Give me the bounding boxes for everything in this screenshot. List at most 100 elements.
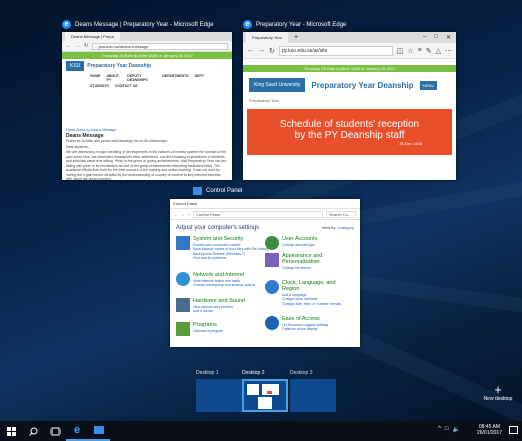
category-ease-of-access[interactable]: Ease of Access Let Windows suggest setti… xyxy=(265,316,328,331)
edge1-window[interactable]: Deans Message | Prepa ← → ↻ ...yksuedu.s… xyxy=(62,32,232,180)
category-link[interactable]: Save backup copies of your files with Fi… xyxy=(193,247,269,251)
new-tab-icon[interactable]: + xyxy=(294,34,298,41)
category-link[interactable]: Find and fix problems xyxy=(193,256,269,260)
category-link[interactable]: Choose homegroup and sharing options xyxy=(193,283,255,287)
control-panel-window[interactable]: Control Panel ← → ↑ Control Panel Search… xyxy=(170,199,360,347)
edge1-nav: HOME ABOUT PY DEPUTY DEANSHIPS DEPARTMEN… xyxy=(62,73,232,83)
edge2-address-input[interactable]: py.ksu.edu.sa/ar/site xyxy=(278,45,393,56)
desktop-1-thumb[interactable]: Desktop 1 xyxy=(196,370,242,412)
category-link[interactable]: Uninstall a program xyxy=(193,329,223,333)
new-desktop-button[interactable]: + New desktop xyxy=(478,383,518,402)
category-link[interactable]: Change date, time, or number formats xyxy=(282,302,352,306)
category-link[interactable]: Change input methods xyxy=(282,297,352,301)
nav-deputy[interactable]: DEPUTY DEANSHIPS xyxy=(127,74,156,82)
cp-address-input[interactable]: Control Panel xyxy=(193,210,323,218)
edge-icon[interactable]: e xyxy=(66,421,88,441)
category-link[interactable]: View network status and tasks xyxy=(193,279,255,283)
category-title[interactable]: Network and Internet xyxy=(193,272,255,278)
category-link[interactable]: Change account type xyxy=(282,243,317,247)
edge2-thumb-title[interactable]: e Preparatory Year - Microsoft Edge xyxy=(243,20,346,29)
up-icon[interactable]: ↑ xyxy=(188,212,190,217)
search-icon[interactable] xyxy=(22,421,44,441)
minimize-icon[interactable]: – xyxy=(423,34,426,41)
category-title[interactable]: Ease of Access xyxy=(282,316,328,322)
volume-icon[interactable]: 🔈 xyxy=(453,426,460,433)
category-link[interactable]: Change the theme xyxy=(282,266,352,270)
category-link[interactable]: Add a device xyxy=(193,309,245,313)
desktop-label: Desktop 3 xyxy=(290,370,313,376)
category-network[interactable]: Network and Internet View network status… xyxy=(176,272,255,287)
network-icon[interactable]: □ xyxy=(445,426,449,433)
category-link[interactable]: View devices and printers xyxy=(193,305,245,309)
cp-search-input[interactable]: Search Co... xyxy=(326,210,356,218)
category-title[interactable]: Appearance and Personalization xyxy=(282,253,352,265)
nav-students[interactable]: STUDENTS xyxy=(90,84,109,88)
edge2-site-name: Preparatory Year Deanship xyxy=(311,80,414,90)
task-view-icon[interactable] xyxy=(44,421,66,441)
cp-heading: Adjust your computer's settings xyxy=(176,225,260,231)
desktop-preview xyxy=(290,379,336,412)
hub-icon[interactable]: ≡ xyxy=(418,47,422,54)
reading-view-icon[interactable]: ◫ xyxy=(397,47,404,55)
back-icon[interactable]: ← xyxy=(66,43,71,49)
menu-button[interactable]: MENU xyxy=(419,80,438,90)
cp-thumb-title[interactable]: Control Panel xyxy=(193,187,242,195)
nav-about[interactable]: ABOUT PY xyxy=(107,74,122,82)
view-by-dropdown[interactable]: Category xyxy=(338,225,354,230)
category-title[interactable]: System and Security xyxy=(193,236,269,242)
edge1-tab[interactable]: Deans Message | Prepa xyxy=(65,32,120,41)
promo-date: 26 Dec 1438 xyxy=(399,140,422,146)
forward-icon[interactable]: → xyxy=(258,47,265,54)
forward-icon[interactable]: → xyxy=(75,43,80,49)
edge2-window[interactable]: Preparatory Year + – □ ✕ ← → ↻ py.ksu.ed… xyxy=(243,32,456,180)
close-icon[interactable]: ✕ xyxy=(446,34,451,41)
edge2-urlbar: ← → ↻ py.ksu.edu.sa/ar/site ◫ ☆ ≡ ✎ △ ⋯ xyxy=(243,43,456,59)
category-programs[interactable]: Programs Uninstall a program xyxy=(176,322,223,336)
category-title[interactable]: Hardware and Sound xyxy=(193,298,245,304)
forward-icon[interactable]: → xyxy=(181,212,185,217)
category-system-security[interactable]: System and Security Review your computer… xyxy=(176,236,269,260)
clock[interactable]: 08:45 AM 26/01/2017 xyxy=(477,424,502,436)
nav-contact[interactable]: CONTACT US xyxy=(115,84,138,88)
category-title[interactable]: Programs xyxy=(193,322,223,328)
category-link[interactable]: Backup and Restore (Windows 7) xyxy=(193,252,269,256)
more-icon[interactable]: ⋯ xyxy=(445,47,452,55)
edge1-breadcrumb: Home About py Deans Message xyxy=(66,128,117,132)
edge2-tabbar: Preparatory Year + – □ ✕ xyxy=(243,32,456,43)
action-center-icon[interactable] xyxy=(509,426,518,434)
category-appearance[interactable]: Appearance and Personalization Change th… xyxy=(265,253,352,270)
nav-departments[interactable]: DEPARTMENTS xyxy=(162,74,188,82)
category-user-accounts[interactable]: User Accounts Change account type xyxy=(265,236,317,250)
category-link[interactable]: Review your computer's status xyxy=(193,243,269,247)
maximize-icon[interactable]: □ xyxy=(434,34,438,41)
share-icon[interactable]: △ xyxy=(436,47,441,55)
category-link[interactable]: Let Windows suggest settings xyxy=(282,323,328,327)
nav-dept[interactable]: DEPT xyxy=(195,74,204,82)
promo-banner[interactable]: Schedule of students' reception by the P… xyxy=(247,109,452,155)
desktop-2-thumb[interactable]: Desktop 2 xyxy=(242,370,288,412)
edge1-paragraph: Praise be to Allah and peace and blessin… xyxy=(66,139,168,143)
windows-icon[interactable] xyxy=(0,421,22,441)
category-link[interactable]: Optimize visual display xyxy=(282,327,328,331)
category-hardware[interactable]: Hardware and Sound View devices and prin… xyxy=(176,298,245,313)
edge1-tabbar: Deans Message | Prepa xyxy=(62,32,232,41)
favorites-icon[interactable]: ☆ xyxy=(407,47,413,55)
refresh-icon[interactable]: ↻ xyxy=(269,47,275,55)
category-title[interactable]: Clock, Language, and Region xyxy=(282,280,352,292)
control-panel-icon[interactable] xyxy=(88,421,110,441)
nav-home[interactable]: HOME xyxy=(90,74,101,82)
notes-icon[interactable]: ✎ xyxy=(426,47,432,55)
shield-icon xyxy=(176,236,190,250)
category-link[interactable]: Add a language xyxy=(282,293,352,297)
category-title[interactable]: User Accounts xyxy=(282,236,317,242)
back-icon[interactable]: ← xyxy=(174,212,178,217)
edge1-address-input[interactable]: ...yksuedu.sa/deans-message xyxy=(92,42,228,50)
desktop-3-thumb[interactable]: Desktop 3 xyxy=(290,370,336,412)
chevron-up-icon[interactable]: ^ xyxy=(438,426,441,433)
refresh-icon[interactable]: ↻ xyxy=(84,43,88,49)
category-clock-region[interactable]: Clock, Language, and Region Add a langua… xyxy=(265,280,352,306)
back-icon[interactable]: ← xyxy=(247,47,254,54)
edge2-tab[interactable]: Preparatory Year xyxy=(246,32,289,43)
edge1-thumb-title[interactable]: e Deans Message | Preparatory Year - Mic… xyxy=(62,20,214,29)
edge2-sub-label: Preparatory Year xyxy=(249,98,280,103)
